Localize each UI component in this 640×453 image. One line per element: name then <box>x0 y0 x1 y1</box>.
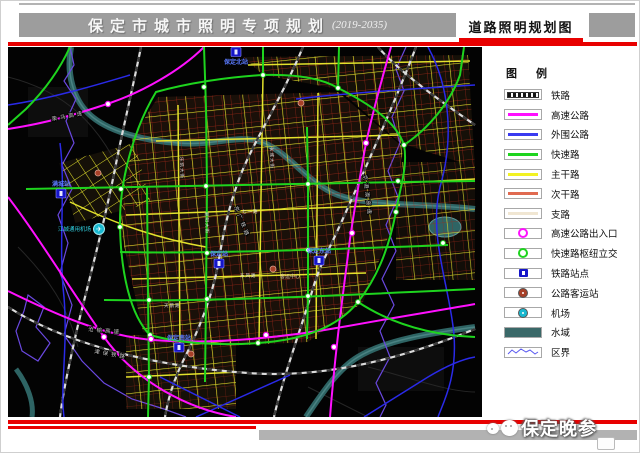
map-canvas: 荣乌高速 沧榆高速 京港澳高速 京广铁路 津保铁路 七一路 东风路 天鹅路 乐凯… <box>7 46 482 419</box>
legend-panel: 图 例 铁路高速公路外围公路快速路主干路次干路支路高速公路出入口 快速路枢纽立交铁… <box>482 47 634 417</box>
bus-station-label: 客运中心 <box>280 273 300 280</box>
plan-sheet: 保定市城市照明专项规划 (2019-2035) 道路照明规划图 荣乌高速 沧榆高… <box>0 0 640 453</box>
red-rule-bottom-2 <box>8 426 256 429</box>
airplane-glyph: ✈ <box>96 227 102 234</box>
legend-symbol-line-icon <box>504 109 542 121</box>
bus-station-icon <box>94 169 102 177</box>
legend-symbol-dot-icon <box>504 307 542 319</box>
legend-label: 次干路 <box>551 189 580 201</box>
legend-label: 快速路 <box>551 150 580 162</box>
legend-item-6: 支路 <box>504 204 628 224</box>
legend-label: 高速公路出入口 <box>551 229 618 241</box>
legend-label: 铁路 <box>551 90 571 102</box>
legend-symbol-line-icon <box>504 148 542 160</box>
legend-label: 快速路枢纽立交 <box>551 249 618 261</box>
legend-item-2: 外围公路 <box>504 125 628 145</box>
legend-item-9: 铁路站点 <box>504 263 628 283</box>
bus-station-icon <box>187 350 195 358</box>
railway-station-icon <box>55 188 67 199</box>
legend-items: 铁路高速公路外围公路快速路主干路次干路支路高速公路出入口 快速路枢纽立交 铁路站点公… <box>504 85 628 362</box>
station-label: 保定站 <box>209 250 228 258</box>
watermark-bubble-icon <box>487 422 499 434</box>
road-lighting-map: 荣乌高速 沧榆高速 京港澳高速 京广铁路 津保铁路 七一路 东风路 天鹅路 乐凯… <box>7 46 482 419</box>
legend-label: 支路 <box>551 209 571 221</box>
railway-station-icon <box>230 47 242 57</box>
railway-station-icon <box>173 342 185 353</box>
railway-station-icon <box>213 258 225 269</box>
legend-symbol-dot-icon <box>504 287 542 299</box>
legend-item-4: 主干路 <box>504 164 628 184</box>
legend-item-0: 铁路 <box>504 85 628 105</box>
road-label: 东风路 <box>240 272 257 279</box>
legend-symbol-line-icon <box>504 208 542 220</box>
airport-label: 江城通用机场 <box>58 225 92 233</box>
legend-symbol-boundary-icon <box>504 346 542 358</box>
legend-symbol-line-icon <box>504 168 542 180</box>
legend-title: 图 例 <box>506 68 556 80</box>
legend-symbol-line-icon <box>504 188 542 200</box>
legend-symbol-railway-icon <box>504 89 542 101</box>
title-bar: 保定市城市照明专项规划 (2019-2035) <box>19 13 456 37</box>
legend-item-11: 机场 <box>504 303 628 323</box>
legend-item-8: 快速路枢纽立交 <box>504 243 628 263</box>
legend-label: 主干路 <box>551 170 580 182</box>
legend-symbol-line-icon <box>504 128 542 140</box>
header-gray-box <box>589 13 635 37</box>
legend-item-3: 快速路 <box>504 144 628 164</box>
legend-item-13: 区界 <box>504 342 628 362</box>
bus-station-icon <box>297 99 305 107</box>
legend-label: 区界 <box>551 348 571 360</box>
top-hairline <box>19 3 635 5</box>
legend-label: 公路客运站 <box>551 288 599 300</box>
legend-label: 机场 <box>551 308 571 320</box>
watermark-text: 保定晚参 <box>521 419 597 439</box>
red-rule-top <box>8 42 637 46</box>
legend-label: 铁路站点 <box>551 269 590 281</box>
station-label: 保定北站 <box>223 58 248 66</box>
railway-station-icon <box>313 255 325 266</box>
bus-station-icon <box>269 265 277 273</box>
legend-symbol-circle-icon <box>504 247 542 259</box>
station-label: 满城站 <box>52 180 70 188</box>
station-label: 保定南站 <box>166 334 191 342</box>
station-label: 保定东站 <box>306 247 331 255</box>
legend-symbol-circle-icon <box>504 227 542 239</box>
road-label: 天鹅路 <box>164 302 181 309</box>
legend-symbol-fill-icon <box>504 326 542 338</box>
legend-label: 外围公路 <box>551 130 590 142</box>
legend-label: 高速公路 <box>551 110 590 122</box>
sheet-name: 道路照明规划图 <box>468 20 574 35</box>
legend-item-1: 高速公路 <box>504 105 628 125</box>
watermark-bubble-icon <box>501 420 518 436</box>
plan-title: 保定市城市照明专项规划 <box>87 18 330 35</box>
plan-title-years: (2019-2035) <box>332 19 387 31</box>
legend-item-7: 高速公路出入口 <box>504 224 628 244</box>
legend-label: 水域 <box>551 328 571 340</box>
legend-symbol-station-icon <box>504 267 542 279</box>
road-label: 七一路 <box>242 208 259 215</box>
watermark-paper-icon <box>597 437 615 450</box>
legend-item-12: 水域 <box>504 323 628 343</box>
legend-item-5: 次干路 <box>504 184 628 204</box>
legend-item-10: 公路客运站 <box>504 283 628 303</box>
watermark: 保定晚参 <box>487 406 637 450</box>
